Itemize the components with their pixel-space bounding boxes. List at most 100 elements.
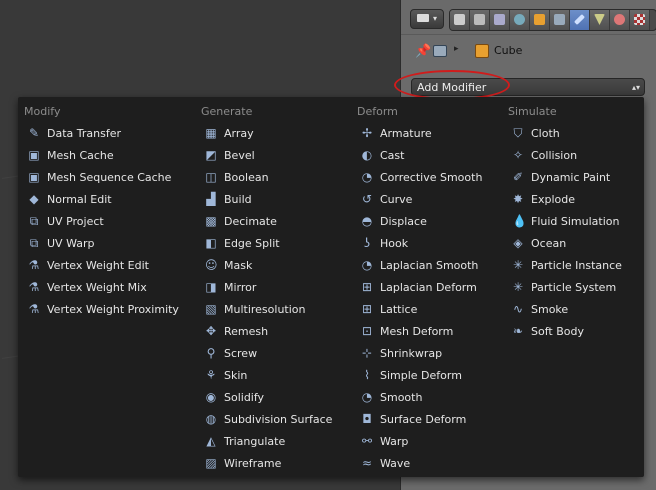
menu-item-wave[interactable]: ≈ Wave <box>351 453 501 475</box>
menu-item-uv-project[interactable]: ⧉ UV Project <box>18 211 188 233</box>
menu-item-triangulate[interactable]: ◭ Triangulate <box>195 431 345 453</box>
menu-item-label: Multiresolution <box>224 303 306 316</box>
menu-item-bevel[interactable]: ◩ Bevel <box>195 145 345 167</box>
world-tab[interactable] <box>510 10 530 30</box>
pin-icon[interactable]: 📌 <box>415 44 431 59</box>
menu-item-normal-edit[interactable]: ◆ Normal Edit <box>18 189 188 211</box>
menu-item-label: Edge Split <box>224 237 280 250</box>
menu-item-multiresolution[interactable]: ▧ Multiresolution <box>195 299 345 321</box>
menu-item-label: Mesh Cache <box>47 149 114 162</box>
menu-item-data-transfer[interactable]: ✎ Data Transfer <box>18 123 188 145</box>
menu-item-cast[interactable]: ◐ Cast <box>351 145 501 167</box>
menu-item-ocean[interactable]: ◈ Ocean <box>502 233 642 255</box>
menu-item-label: Subdivision Surface <box>224 413 333 426</box>
menu-item-warp[interactable]: ⚯ Warp <box>351 431 501 453</box>
menu-item-label: Laplacian Deform <box>380 281 477 294</box>
menu-item-build[interactable]: ▟ Build <box>195 189 345 211</box>
menu-item-label: Armature <box>380 127 432 140</box>
vertex-weight-icon: ⚗ <box>28 258 40 272</box>
menu-item-label: Solidify <box>224 391 265 404</box>
constraints-tab[interactable] <box>550 10 570 30</box>
chevron-right-icon: ▸ <box>454 44 459 54</box>
render-tab[interactable] <box>450 10 470 30</box>
menu-column-header: Generate <box>201 105 253 118</box>
menu-item-corrective-smooth[interactable]: ◔ Corrective Smooth <box>351 167 501 189</box>
scene-tab[interactable] <box>490 10 510 30</box>
remesh-icon: ✥ <box>205 324 217 338</box>
menu-item-edge-split[interactable]: ◧ Edge Split <box>195 233 345 255</box>
menu-item-displace[interactable]: ◓ Displace <box>351 211 501 233</box>
menu-item-vertex-weight-proximity[interactable]: ⚗ Vertex Weight Proximity <box>18 299 188 321</box>
menu-item-label: Explode <box>531 193 575 206</box>
menu-item-curve[interactable]: ↺ Curve <box>351 189 501 211</box>
data-transfer-icon: ✎ <box>28 126 40 140</box>
cast-icon: ◐ <box>361 148 373 162</box>
menu-item-uv-warp[interactable]: ⧉ UV Warp <box>18 233 188 255</box>
menu-item-hook[interactable]: ʖ Hook <box>351 233 501 255</box>
menu-item-wireframe[interactable]: ▨ Wireframe <box>195 453 345 475</box>
menu-item-label: Mesh Deform <box>380 325 454 338</box>
wireframe-icon: ▨ <box>205 456 217 470</box>
menu-item-boolean[interactable]: ◫ Boolean <box>195 167 345 189</box>
render-layers-tab[interactable] <box>470 10 490 30</box>
menu-item-subdivision-surface[interactable]: ◍ Subdivision Surface <box>195 409 345 431</box>
menu-item-mesh-sequence-cache[interactable]: ▣ Mesh Sequence Cache <box>18 167 188 189</box>
menu-item-explode[interactable]: ✸ Explode <box>502 189 642 211</box>
menu-item-collision[interactable]: ✧ Collision <box>502 145 642 167</box>
editor-type-button[interactable]: ▾ <box>410 9 444 29</box>
add-modifier-button[interactable]: Add Modifier ▴▾ <box>411 78 645 96</box>
menu-item-label: Dynamic Paint <box>531 171 611 184</box>
menu-item-solidify[interactable]: ◉ Solidify <box>195 387 345 409</box>
menu-item-label: Bevel <box>224 149 255 162</box>
menu-item-shrinkwrap[interactable]: ⊹ Shrinkwrap <box>351 343 501 365</box>
menu-item-label: Smoke <box>531 303 569 316</box>
menu-item-label: Decimate <box>224 215 277 228</box>
menu-item-smooth[interactable]: ◔ Smooth <box>351 387 501 409</box>
decimate-icon: ▩ <box>205 214 217 228</box>
menu-item-particle-instance[interactable]: ✳ Particle Instance <box>502 255 642 277</box>
menu-item-laplacian-smooth[interactable]: ◔ Laplacian Smooth <box>351 255 501 277</box>
surface-deform-icon: ◘ <box>362 412 372 426</box>
menu-item-lattice[interactable]: ⊞ Lattice <box>351 299 501 321</box>
texture-tab[interactable] <box>630 10 650 30</box>
menu-item-mesh-deform[interactable]: ⊡ Mesh Deform <box>351 321 501 343</box>
menu-item-mirror[interactable]: ◨ Mirror <box>195 277 345 299</box>
menu-item-mesh-cache[interactable]: ▣ Mesh Cache <box>18 145 188 167</box>
menu-item-label: Array <box>224 127 254 140</box>
menu-item-label: Screw <box>224 347 258 360</box>
menu-item-particle-system[interactable]: ✳ Particle System <box>502 277 642 299</box>
menu-item-label: Curve <box>380 193 413 206</box>
menu-item-mask[interactable]: ☺ Mask <box>195 255 345 277</box>
menu-item-simple-deform[interactable]: ⌇ Simple Deform <box>351 365 501 387</box>
menu-item-label: UV Warp <box>47 237 95 250</box>
menu-item-soft-body[interactable]: ❧ Soft Body <box>502 321 642 343</box>
menu-item-label: Particle Instance <box>531 259 622 272</box>
menu-item-armature[interactable]: ✢ Armature <box>351 123 501 145</box>
menu-item-dynamic-paint[interactable]: ✐ Dynamic Paint <box>502 167 642 189</box>
menu-item-cloth[interactable]: ⛉ Cloth <box>502 123 642 145</box>
menu-item-vertex-weight-mix[interactable]: ⚗ Vertex Weight Mix <box>18 277 188 299</box>
menu-item-array[interactable]: ▦ Array <box>195 123 345 145</box>
menu-item-skin[interactable]: ⚘ Skin <box>195 365 345 387</box>
modifiers-tab[interactable] <box>570 10 590 30</box>
data-tab[interactable] <box>590 10 610 30</box>
menu-item-vertex-weight-edit[interactable]: ⚗ Vertex Weight Edit <box>18 255 188 277</box>
menu-item-smoke[interactable]: ∿ Smoke <box>502 299 642 321</box>
menu-item-remesh[interactable]: ✥ Remesh <box>195 321 345 343</box>
hook-icon: ʖ <box>363 236 371 250</box>
object-tab[interactable] <box>530 10 550 30</box>
menu-column-header: Simulate <box>508 105 557 118</box>
menu-item-screw[interactable]: ⚲ Screw <box>195 343 345 365</box>
chevron-down-icon: ▾ <box>433 14 438 23</box>
menu-item-decimate[interactable]: ▩ Decimate <box>195 211 345 233</box>
menu-column-header: Deform <box>357 105 398 118</box>
vertex-weight-icon: ⚗ <box>28 302 40 316</box>
particle-icon: ✳ <box>512 258 524 272</box>
menu-item-fluid-simulation[interactable]: 💧 Fluid Simulation <box>502 211 642 233</box>
material-tab[interactable] <box>610 10 630 30</box>
menu-column-header: Modify <box>24 105 61 118</box>
menu-item-laplacian-deform[interactable]: ⊞ Laplacian Deform <box>351 277 501 299</box>
triangulate-icon: ◭ <box>206 434 216 448</box>
menu-item-surface-deform[interactable]: ◘ Surface Deform <box>351 409 501 431</box>
smooth-icon: ◔ <box>361 258 373 272</box>
